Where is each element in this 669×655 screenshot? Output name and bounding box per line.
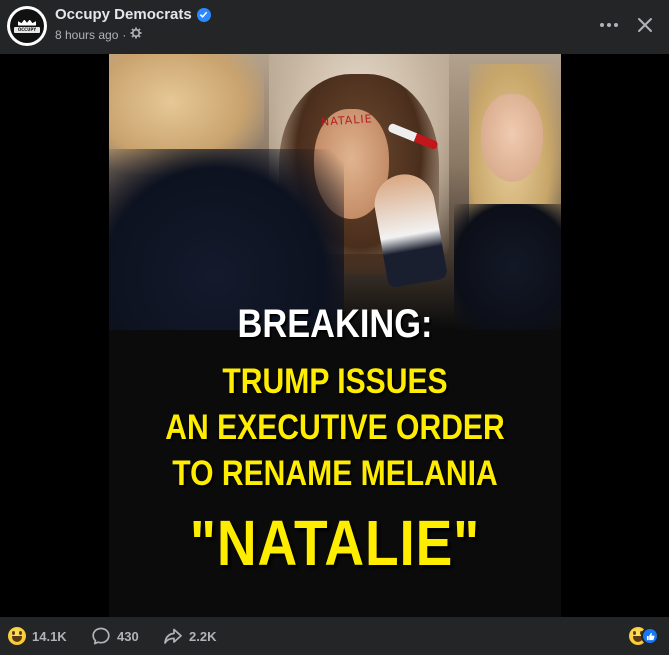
- share-button[interactable]: 2.2K: [163, 617, 216, 655]
- reactions-summary[interactable]: 14.1K: [8, 617, 67, 655]
- comment-icon: [92, 627, 110, 645]
- shares-count: 2.2K: [189, 628, 217, 644]
- gear-icon[interactable]: [130, 27, 142, 42]
- more-options-button[interactable]: [594, 10, 624, 40]
- crown-icon: [18, 19, 36, 26]
- reaction-picker[interactable]: [629, 627, 659, 645]
- page-name-label[interactable]: Occupy Democrats: [55, 6, 192, 23]
- page-name[interactable]: Occupy Democrats: [55, 6, 211, 23]
- meta-separator: ·: [122, 27, 127, 42]
- comments-button[interactable]: 430: [91, 617, 139, 655]
- avatar-logo-text: OCCUPY: [14, 26, 40, 33]
- post-header: OCCUPY Occupy Democrats 8 hours ago ·: [0, 0, 669, 54]
- headline-line-3: TO RENAME MELANIA: [172, 454, 498, 493]
- post-image[interactable]: NATALIE BREAKING: TRUMP ISSUES AN EXECUT…: [109, 54, 561, 617]
- post-meta: 8 hours ago ·: [55, 27, 142, 42]
- photo: NATALIE: [109, 54, 561, 330]
- more-horizontal-icon: [600, 23, 618, 27]
- avatar-logo: OCCUPY: [10, 9, 44, 43]
- close-icon: [638, 18, 652, 32]
- headline-line-2: AN EXECUTIVE ORDER: [165, 408, 505, 447]
- haha-emoji-icon: [8, 627, 26, 645]
- comments-count: 430: [117, 628, 139, 644]
- post-footer: 14.1K 430 2.2K: [0, 617, 669, 655]
- verified-badge-icon: [196, 7, 211, 22]
- photo-person-right-face: [481, 94, 543, 182]
- share-icon: [164, 628, 182, 644]
- close-button[interactable]: [630, 10, 660, 40]
- reactions-count: 14.1K: [32, 628, 67, 644]
- headline-line-1: TRUMP ISSUES: [222, 362, 448, 401]
- like-icon: [641, 627, 659, 645]
- headline-breaking: BREAKING:: [237, 302, 433, 346]
- post-timestamp[interactable]: 8 hours ago: [55, 28, 118, 42]
- image-viewer: NATALIE BREAKING: TRUMP ISSUES AN EXECUT…: [0, 54, 669, 617]
- page-avatar[interactable]: OCCUPY: [7, 6, 47, 46]
- headline-name: "NATALIE": [189, 507, 481, 579]
